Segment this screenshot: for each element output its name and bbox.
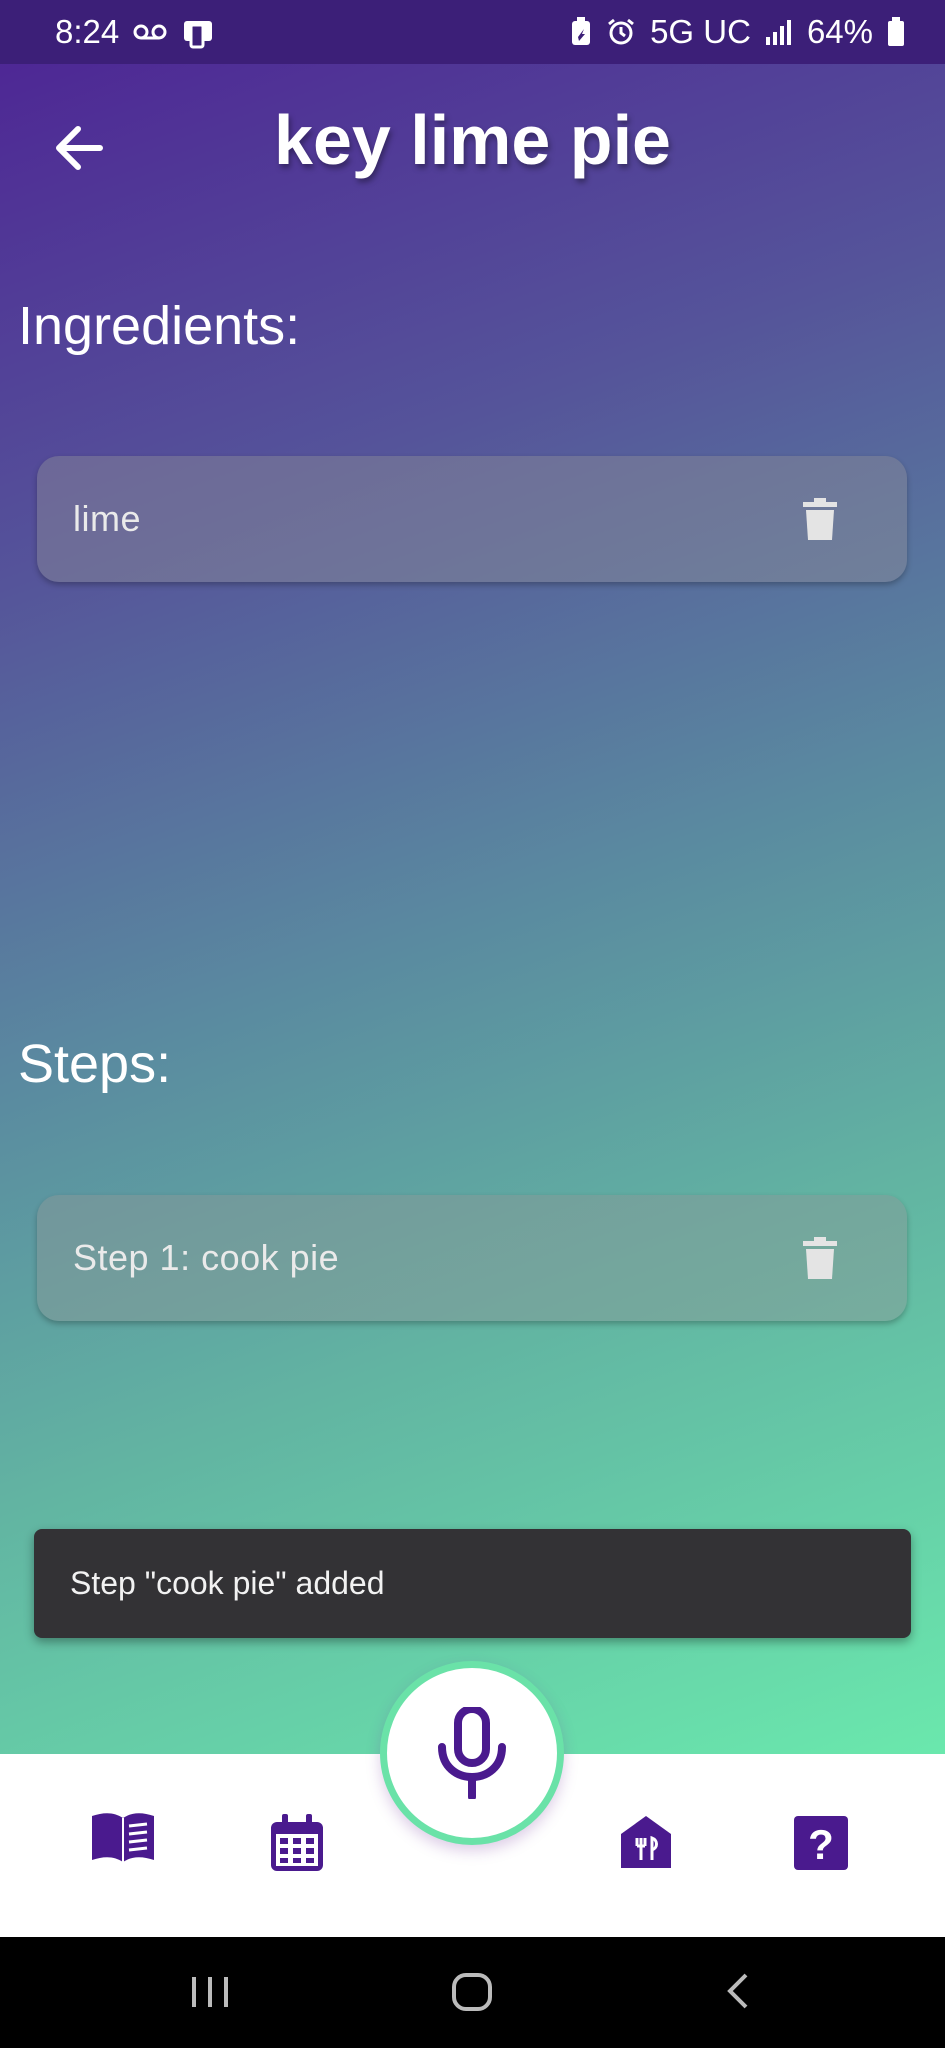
snackbar: Step "cook pie" added xyxy=(34,1529,911,1638)
battery-icon xyxy=(887,17,905,47)
step-item[interactable]: Step 1: cook pie xyxy=(37,1195,907,1321)
ingredient-item[interactable]: lime xyxy=(37,456,907,582)
voicemail-icon xyxy=(133,22,167,42)
home-icon xyxy=(452,1973,492,2011)
steps-heading: Steps: xyxy=(18,1034,172,1094)
page-title: key lime pie xyxy=(274,101,671,179)
system-back-button[interactable] xyxy=(722,1967,752,2020)
snackbar-message: Step "cook pie" added xyxy=(70,1565,385,1601)
step-text: Step 1: cook pie xyxy=(73,1237,340,1278)
home-button[interactable] xyxy=(450,1967,496,2020)
signal-icon xyxy=(765,19,793,45)
nav-restaurant[interactable] xyxy=(621,1816,671,1873)
app-screen: 8:24 5G UC 64% key lime pie Ingredients:… xyxy=(0,0,945,1754)
restaurant-icon xyxy=(621,1816,671,1868)
status-time: 8:24 xyxy=(55,13,120,50)
chevron-left-icon xyxy=(727,1973,748,2009)
battery-saver-icon xyxy=(570,17,592,47)
voice-input-button[interactable] xyxy=(380,1661,564,1845)
trash-icon xyxy=(803,1237,837,1279)
recents-icon xyxy=(192,1977,228,2007)
nav-recipes[interactable] xyxy=(90,1810,156,1869)
nav-calendar[interactable] xyxy=(270,1814,324,1877)
trash-icon xyxy=(803,498,837,540)
calendar-icon xyxy=(271,1814,323,1871)
alarm-icon xyxy=(606,17,636,47)
ingredients-heading: Ingredients: xyxy=(18,296,301,356)
nav-help[interactable]: ? xyxy=(794,1816,848,1875)
network-type: 5G UC xyxy=(650,13,751,50)
mic-icon xyxy=(438,1707,506,1799)
ingredient-text: lime xyxy=(73,498,142,539)
delete-step-button[interactable] xyxy=(803,1237,837,1279)
book-icon xyxy=(92,1813,154,1862)
system-nav-bar xyxy=(0,1937,945,2048)
battery-percent: 64% xyxy=(806,13,873,50)
status-bar: 8:24 5G UC 64% xyxy=(0,0,945,64)
delete-ingredient-button[interactable] xyxy=(803,498,837,540)
svg-text:?: ? xyxy=(808,1821,834,1868)
payment-app-icon xyxy=(181,15,215,49)
recent-apps-button[interactable] xyxy=(190,1967,230,2020)
help-icon: ? xyxy=(794,1816,848,1870)
